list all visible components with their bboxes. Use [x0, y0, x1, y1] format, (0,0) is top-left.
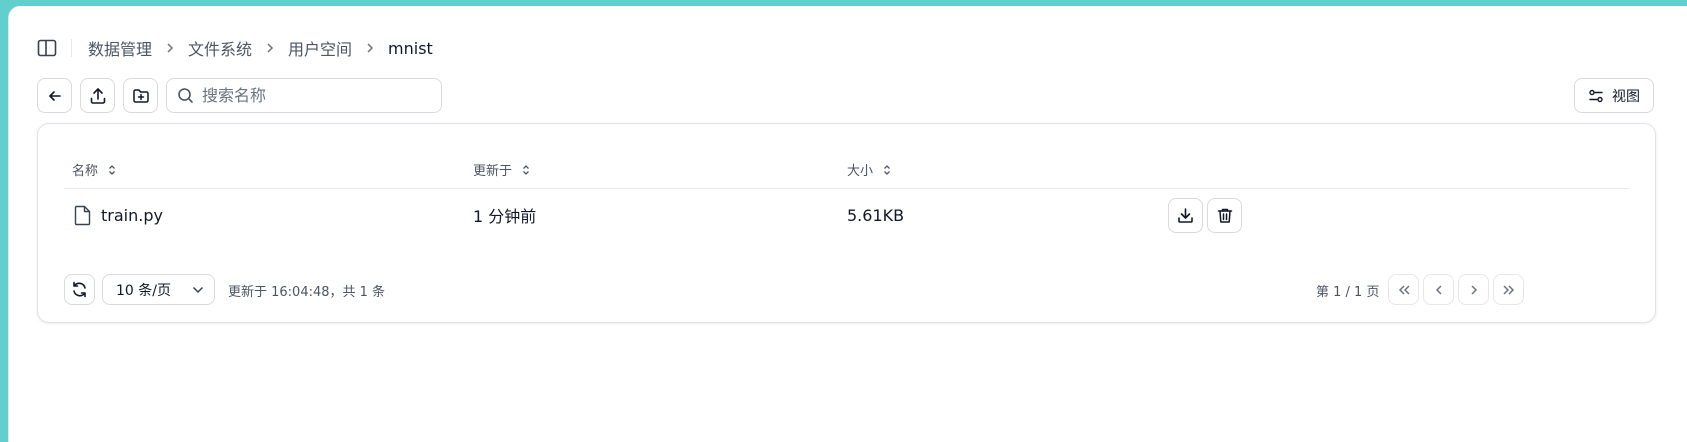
column-header-updated[interactable]: 更新于	[473, 160, 530, 179]
table-row[interactable]: train.py 1 分钟前 5.61KB	[64, 190, 1629, 240]
sliders-icon	[1589, 89, 1603, 102]
chevron-down-icon	[192, 286, 204, 293]
delete-button[interactable]	[1207, 197, 1242, 233]
sidebar-toggle-icon[interactable]	[35, 36, 59, 60]
next-page-button[interactable]	[1458, 274, 1489, 305]
breadcrumb-item-user-space[interactable]: 用户空间	[288, 36, 352, 60]
search-input[interactable]	[202, 86, 432, 105]
upload-button[interactable]	[80, 78, 115, 113]
breadcrumb-divider	[71, 39, 72, 57]
breadcrumb: 数据管理 文件系统 用户空间 mnist	[35, 30, 433, 66]
breadcrumb-item-file-system[interactable]: 文件系统	[188, 36, 252, 60]
chevron-left-icon	[1435, 284, 1442, 295]
app-window: 数据管理 文件系统 用户空间 mnist 搜索名称 视图 名称 更新于 大小 t…	[8, 6, 1687, 442]
download-icon	[1178, 207, 1193, 223]
page-info: 第 1 / 1 页	[1316, 285, 1380, 300]
download-button[interactable]	[1168, 197, 1203, 233]
chevrons-right-icon	[1502, 284, 1514, 295]
arrow-left-icon	[48, 90, 61, 101]
folder-plus-icon	[132, 88, 149, 103]
upload-icon	[90, 87, 105, 104]
search-icon	[178, 88, 193, 103]
table-header: 名称 更新于 大小	[64, 150, 1629, 189]
new-folder-button[interactable]	[123, 78, 158, 113]
page-size-value: 10 条/页	[116, 282, 171, 299]
column-header-size[interactable]: 大小	[847, 160, 891, 179]
column-header-name[interactable]: 名称	[72, 160, 116, 179]
chevron-right-icon	[366, 42, 374, 54]
sort-icon	[108, 164, 116, 176]
file-icon	[74, 205, 92, 226]
page-size-select[interactable]: 10 条/页	[102, 274, 215, 305]
chevron-right-icon	[166, 42, 174, 54]
refresh-button[interactable]	[64, 274, 95, 305]
file-name[interactable]: train.py	[101, 206, 163, 225]
back-button[interactable]	[37, 78, 72, 113]
view-button-label: 视图	[1612, 88, 1640, 105]
previous-page-button[interactable]	[1423, 274, 1454, 305]
last-page-button[interactable]	[1493, 274, 1524, 305]
search-box	[166, 78, 442, 113]
view-button[interactable]: 视图	[1574, 78, 1654, 113]
chevron-right-icon	[1470, 284, 1477, 295]
updated-status: 更新于 16:04:48，共 1 条	[228, 285, 386, 300]
chevron-right-icon	[266, 42, 274, 54]
toolbar	[37, 78, 442, 113]
first-page-button[interactable]	[1388, 274, 1419, 305]
chevrons-left-icon	[1398, 284, 1410, 295]
file-size: 5.61KB	[847, 205, 905, 225]
breadcrumb-item-data-management[interactable]: 数据管理	[88, 36, 152, 60]
refresh-icon	[73, 281, 86, 298]
row-actions	[1168, 190, 1242, 240]
file-table-card: 名称 更新于 大小 train.py 1 分钟前 5.61KB 10 条/页 更…	[37, 123, 1656, 323]
sort-icon	[883, 164, 891, 176]
file-updated: 1 分钟前	[473, 207, 537, 226]
table-footer: 10 条/页 更新于 16:04:48，共 1 条 第 1 / 1 页	[64, 274, 1629, 306]
sort-icon	[522, 164, 530, 176]
trash-icon	[1217, 208, 1232, 223]
file-name-cell[interactable]: train.py	[74, 190, 163, 240]
breadcrumb-current: mnist	[388, 38, 433, 58]
